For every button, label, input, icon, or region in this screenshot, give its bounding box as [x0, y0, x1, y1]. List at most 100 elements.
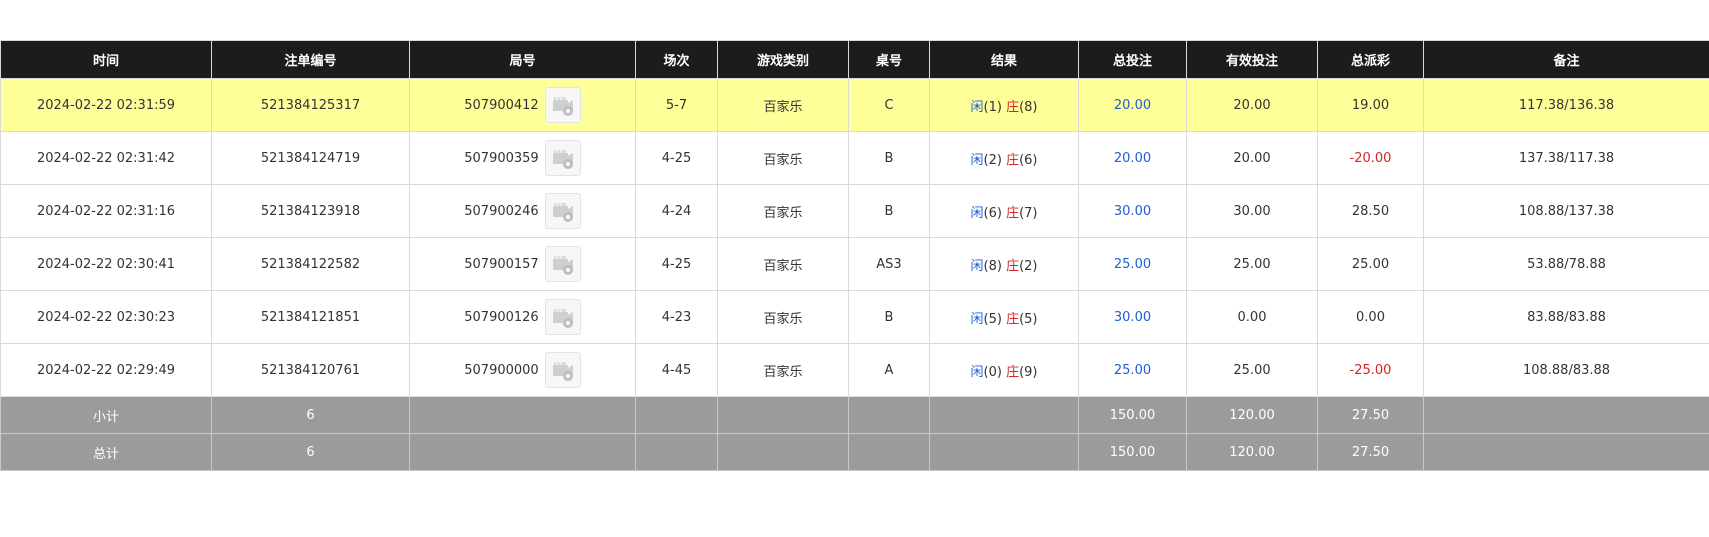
empty-cell: [409, 433, 636, 471]
round-no-text: 507900000: [464, 362, 539, 378]
col-result-header[interactable]: 结果: [929, 40, 1079, 79]
col-bet-id-header[interactable]: 注单编号: [211, 40, 410, 79]
empty-cell: [717, 396, 849, 434]
session-cell: 4-24: [635, 184, 718, 238]
col-game-type-header[interactable]: 游戏类别: [717, 40, 849, 79]
video-replay-icon[interactable]: [544, 87, 581, 123]
session-cell: 4-25: [635, 237, 718, 291]
round-no-cell: 507900157: [409, 237, 636, 291]
valid-bet-cell: 25.00: [1186, 343, 1318, 397]
game-type-cell: 百家乐: [717, 237, 849, 291]
remark-cell: 137.38/117.38: [1423, 131, 1709, 185]
total-bet-cell: 25.00: [1078, 237, 1187, 291]
col-round-no-header[interactable]: 局号: [409, 40, 636, 79]
empty-cell: [929, 396, 1079, 434]
remark-cell: 108.88/137.38: [1423, 184, 1709, 238]
session-cell: 4-25: [635, 131, 718, 185]
empty-cell: [635, 433, 718, 471]
game-type-cell: 百家乐: [717, 78, 849, 132]
valid-bet-cell: 20.00: [1186, 131, 1318, 185]
banker-label: 庄: [1006, 311, 1020, 327]
video-replay-icon[interactable]: [544, 140, 581, 176]
player-score: (1): [983, 99, 1002, 115]
bet-records-table: 时间 注单编号 局号 场次 游戏类别 桌号 结果 总投注 有效投注 总派彩 备注…: [0, 40, 1709, 471]
bet-id-cell: 521384125317: [211, 78, 410, 132]
banker-score: (5): [1019, 311, 1038, 327]
video-replay-icon[interactable]: [544, 246, 581, 282]
valid-bet-cell: 20.00: [1186, 78, 1318, 132]
table-header: 时间 注单编号 局号 场次 游戏类别 桌号 结果 总投注 有效投注 总派彩 备注: [0, 40, 1709, 79]
bet-id-cell: 521384120761: [211, 343, 410, 397]
table-no-cell: A: [848, 343, 930, 397]
player-score: (2): [983, 152, 1002, 168]
time-cell: 2024-02-22 02:31:42: [0, 131, 212, 185]
table-no-cell: B: [848, 184, 930, 238]
subtotal-valid-bet: 120.00: [1186, 396, 1318, 434]
video-replay-icon[interactable]: [544, 299, 581, 335]
header-row: 时间 注单编号 局号 场次 游戏类别 桌号 结果 总投注 有效投注 总派彩 备注: [0, 40, 1709, 79]
player-label: 闲: [970, 258, 984, 274]
player-label: 闲: [970, 311, 984, 327]
round-no-cell: 507900000: [409, 343, 636, 397]
payout-cell: -25.00: [1317, 343, 1424, 397]
round-no-text: 507900246: [464, 203, 539, 219]
bet-id-cell: 521384122582: [211, 237, 410, 291]
table-row: 2024-02-22 02:31:16 521384123918 5079002…: [0, 184, 1709, 238]
table-body: 2024-02-22 02:31:59 521384125317 5079004…: [0, 78, 1709, 471]
table-row: 2024-02-22 02:31:42 521384124719 5079003…: [0, 131, 1709, 185]
empty-cell: [1423, 433, 1709, 471]
col-total-bet-header[interactable]: 总投注: [1078, 40, 1187, 79]
banker-label: 庄: [1006, 99, 1020, 115]
payout-cell: 19.00: [1317, 78, 1424, 132]
grandtotal-label: 总计: [0, 433, 212, 471]
banker-score: (7): [1019, 205, 1038, 221]
player-label: 闲: [970, 99, 984, 115]
time-cell: 2024-02-22 02:30:41: [0, 237, 212, 291]
subtotal-count: 6: [211, 396, 410, 434]
col-remark-header[interactable]: 备注: [1423, 40, 1709, 79]
subtotal-label: 小计: [0, 396, 212, 434]
player-score: (8): [983, 258, 1002, 274]
game-type-cell: 百家乐: [717, 131, 849, 185]
bet-id-cell: 521384123918: [211, 184, 410, 238]
banker-label: 庄: [1006, 364, 1020, 380]
total-bet-cell: 30.00: [1078, 290, 1187, 344]
round-no-text: 507900157: [464, 256, 539, 272]
video-replay-icon[interactable]: [544, 193, 581, 229]
table-no-cell: AS3: [848, 237, 930, 291]
grandtotal-row: 总计 6 150.00 120.00 27.50: [0, 433, 1709, 471]
valid-bet-cell: 0.00: [1186, 290, 1318, 344]
result-cell: 闲(6) 庄(7): [929, 184, 1079, 238]
empty-cell: [635, 396, 718, 434]
round-no-text: 507900359: [464, 150, 539, 166]
session-cell: 5-7: [635, 78, 718, 132]
grandtotal-valid-bet: 120.00: [1186, 433, 1318, 471]
player-label: 闲: [970, 152, 984, 168]
player-score: (6): [983, 205, 1002, 221]
payout-cell: 28.50: [1317, 184, 1424, 238]
session-cell: 4-23: [635, 290, 718, 344]
game-type-cell: 百家乐: [717, 290, 849, 344]
empty-cell: [848, 433, 930, 471]
total-bet-cell: 30.00: [1078, 184, 1187, 238]
table-row: 2024-02-22 02:30:23 521384121851 5079001…: [0, 290, 1709, 344]
col-table-header[interactable]: 桌号: [848, 40, 930, 79]
table-no-cell: B: [848, 290, 930, 344]
video-replay-icon[interactable]: [544, 352, 581, 388]
banker-score: (6): [1019, 152, 1038, 168]
table-no-cell: B: [848, 131, 930, 185]
time-cell: 2024-02-22 02:29:49: [0, 343, 212, 397]
col-payout-header[interactable]: 总派彩: [1317, 40, 1424, 79]
col-session-header[interactable]: 场次: [635, 40, 718, 79]
total-bet-cell: 20.00: [1078, 78, 1187, 132]
table-row: 2024-02-22 02:29:49 521384120761 5079000…: [0, 343, 1709, 397]
bet-id-cell: 521384124719: [211, 131, 410, 185]
player-label: 闲: [970, 364, 984, 380]
col-valid-bet-header[interactable]: 有效投注: [1186, 40, 1318, 79]
remark-cell: 108.88/83.88: [1423, 343, 1709, 397]
result-cell: 闲(1) 庄(8): [929, 78, 1079, 132]
col-time-header[interactable]: 时间: [0, 40, 212, 79]
banker-label: 庄: [1006, 152, 1020, 168]
empty-cell: [717, 433, 849, 471]
game-type-cell: 百家乐: [717, 343, 849, 397]
